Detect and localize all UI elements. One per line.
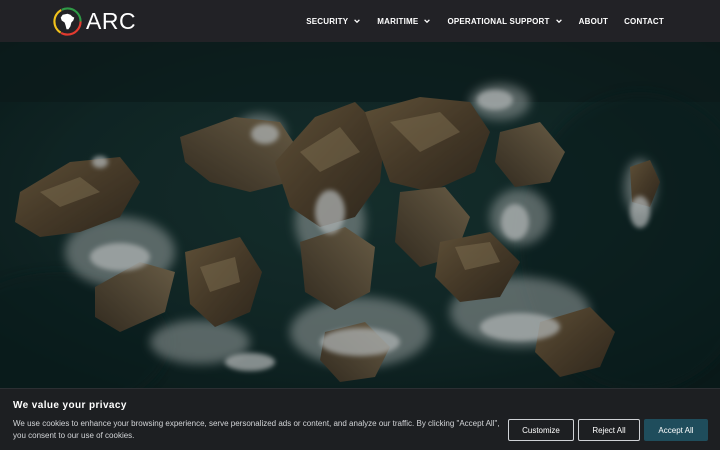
chevron-down-icon: [354, 19, 361, 24]
chevron-down-icon: [424, 19, 431, 24]
nav-label: MARITIME: [377, 16, 419, 26]
africa-globe-icon: [53, 6, 82, 36]
nav-operational-support[interactable]: OPERATIONAL SUPPORT: [447, 17, 562, 26]
cookie-title: We value your privacy: [13, 400, 127, 411]
nav-security[interactable]: SECURITY: [306, 17, 361, 26]
logo-text: ARC: [86, 7, 137, 34]
site-header: ARC SECURITY MARITIME OPERATIONAL SUPPOR…: [0, 0, 720, 42]
logo[interactable]: ARC: [52, 5, 136, 37]
nav-label: OPERATIONAL SUPPORT: [447, 16, 550, 26]
cookie-banner: We value your privacy We use cookies to …: [0, 388, 720, 450]
nav-contact[interactable]: CONTACT: [624, 17, 664, 26]
hero-image: [0, 42, 720, 388]
nav-label: SECURITY: [306, 16, 349, 26]
chevron-down-icon: [555, 19, 562, 24]
customize-button[interactable]: Customize: [508, 419, 574, 441]
nav-label: ABOUT: [578, 16, 609, 26]
nav-maritime[interactable]: MARITIME: [377, 17, 431, 26]
reject-all-button[interactable]: Reject All: [578, 419, 640, 441]
accept-all-button[interactable]: Accept All: [644, 419, 708, 441]
coastal-rocks-photo: [0, 42, 720, 388]
cookie-text: We use cookies to enhance your browsing …: [13, 419, 500, 440]
main-nav: SECURITY MARITIME OPERATIONAL SUPPORT AB…: [306, 0, 664, 42]
nav-about[interactable]: ABOUT: [579, 17, 608, 26]
nav-label: CONTACT: [624, 16, 664, 26]
